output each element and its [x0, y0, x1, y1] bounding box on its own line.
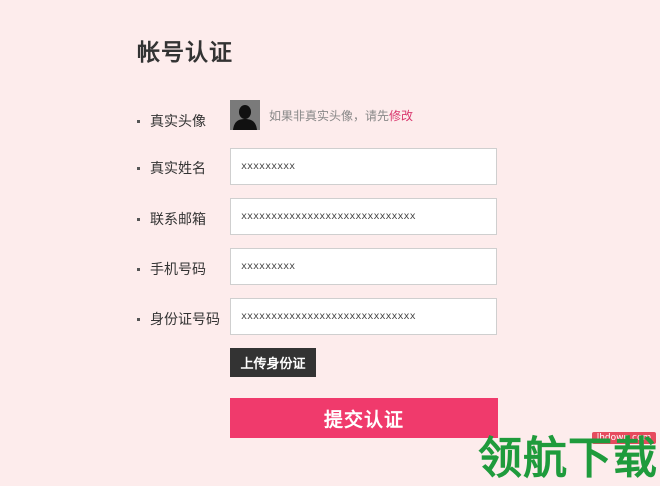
bullet-icon — [137, 267, 140, 271]
bullet-icon — [137, 166, 140, 170]
email-label: 联系邮箱 — [150, 212, 206, 228]
upload-id-button[interactable]: 上传身份证 — [230, 348, 316, 377]
watermark-text: 领航下载 — [478, 433, 658, 484]
avatar[interactable] — [230, 100, 260, 130]
page-title: 帐号认证 — [137, 40, 233, 66]
name-label: 真实姓名 — [150, 161, 206, 177]
bullet-icon — [137, 317, 140, 321]
avatar-change-link[interactable]: 修改 — [389, 109, 413, 123]
id-number-label: 身份证号码 — [150, 312, 220, 328]
phone-label-row: 手机号码 — [137, 259, 206, 279]
email-field[interactable] — [230, 198, 497, 235]
submit-verification-button[interactable]: 提交认证 — [230, 398, 498, 438]
phone-label: 手机号码 — [150, 262, 206, 278]
avatar-label: 真实头像 — [150, 114, 206, 130]
id-number-field[interactable] — [230, 298, 497, 335]
name-field[interactable] — [230, 148, 497, 185]
avatar-label-row: 真实头像 — [137, 111, 206, 131]
avatar-hint-text: 如果非真实头像，请先 — [269, 109, 390, 123]
name-label-row: 真实姓名 — [137, 158, 206, 178]
bullet-icon — [137, 119, 140, 123]
id-number-label-row: 身份证号码 — [137, 309, 220, 329]
bullet-icon — [137, 217, 140, 221]
avatar-hint: 如果非真实头像，请先修改 — [269, 107, 413, 124]
user-silhouette-icon — [230, 100, 260, 130]
phone-field[interactable] — [230, 248, 497, 285]
email-label-row: 联系邮箱 — [137, 209, 206, 229]
